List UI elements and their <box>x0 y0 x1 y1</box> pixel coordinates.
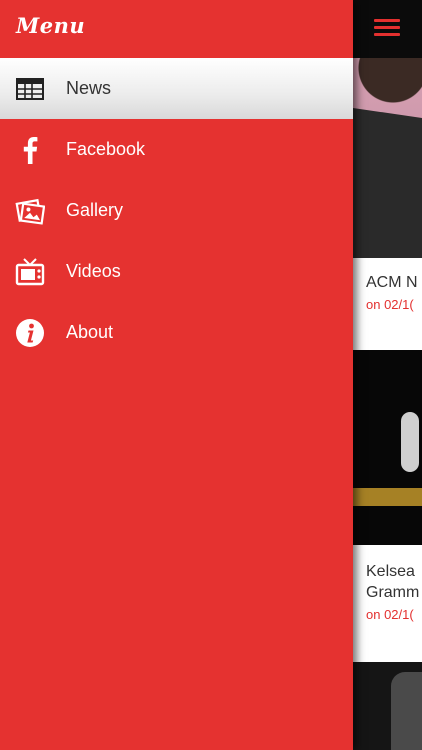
menu-item-label: Gallery <box>66 200 124 220</box>
side-menu-drawer: Menu News Facebook Gallery Videos About <box>0 0 353 750</box>
tv-icon <box>0 257 66 286</box>
menu-item-label: News <box>66 78 112 98</box>
news-card-image[interactable] <box>353 662 422 750</box>
info-icon <box>0 318 66 348</box>
gallery-icon <box>0 197 66 225</box>
news-feed-peek: ACM N on 02/1( Kelsea Gramm on 02/1( <box>353 0 422 750</box>
menu-item-label: Facebook <box>66 139 146 159</box>
hamburger-menu-icon[interactable] <box>374 17 400 39</box>
menu-title: Menu <box>16 13 86 38</box>
drawer-header: Menu <box>0 0 353 58</box>
news-card-headline: Gramm <box>366 584 420 601</box>
news-card-image[interactable] <box>353 350 422 545</box>
news-card[interactable]: Kelsea Gramm on 02/1( <box>353 545 422 662</box>
news-card-image[interactable] <box>353 58 422 258</box>
news-card-headline: ACM N <box>366 274 418 291</box>
table-icon <box>0 77 66 101</box>
menu-item-about[interactable]: About <box>0 302 353 363</box>
news-card-date: on 02/1( <box>366 607 414 622</box>
news-card-date: on 02/1( <box>366 297 414 312</box>
menu-item-news[interactable]: News <box>0 58 353 119</box>
news-card[interactable]: ACM N on 02/1( <box>353 258 422 350</box>
menu-item-videos[interactable]: Videos <box>0 241 353 302</box>
news-card-headline: Kelsea <box>366 563 415 580</box>
app-top-bar <box>353 0 422 58</box>
menu-item-facebook[interactable]: Facebook <box>0 119 353 180</box>
menu-item-label: Videos <box>66 261 121 281</box>
facebook-icon <box>0 136 66 164</box>
menu-item-gallery[interactable]: Gallery <box>0 180 353 241</box>
menu-item-label: About <box>66 322 114 342</box>
